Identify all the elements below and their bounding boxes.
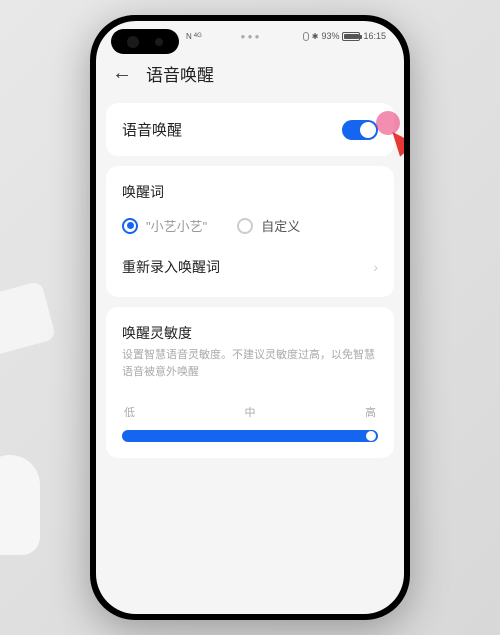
sensitivity-slider[interactable] (122, 430, 378, 442)
rerecord-row[interactable]: 重新录入唤醒词 › (122, 253, 378, 281)
screen: N 4G ● ● ● ✱ 93% 16:15 ← 语音唤醒 语音唤醒 (96, 21, 404, 614)
slider-label-low: 低 (124, 404, 135, 420)
slider-labels: 低 中 高 (122, 404, 378, 420)
sensitivity-title: 唤醒灵敏度 (122, 323, 378, 343)
header: ← 语音唤醒 (96, 51, 404, 95)
radio-selected-icon (122, 218, 138, 234)
phone-frame: N 4G ● ● ● ✱ 93% 16:15 ← 语音唤醒 语音唤醒 (90, 15, 410, 620)
sensitivity-description: 设置智慧语音灵敏度。不建议灵敏度过高，以免智慧语音被意外唤醒 (122, 347, 378, 380)
slider-thumb[interactable] (366, 431, 376, 441)
radio-label-default: "小艺小艺" (146, 216, 207, 235)
slider-label-mid: 中 (245, 404, 256, 420)
sensitivity-card: 唤醒灵敏度 设置智慧语音灵敏度。不建议灵敏度过高，以免智慧语音被意外唤醒 低 中… (106, 307, 394, 458)
network-icon: N (186, 32, 192, 41)
wake-word-option-default[interactable]: "小艺小艺" (122, 216, 207, 235)
voice-wake-toggle[interactable] (342, 120, 378, 140)
wake-word-title: 唤醒词 (122, 182, 378, 202)
status-notifications: ● ● ● (241, 32, 260, 41)
wake-word-card: 唤醒词 "小艺小艺" 自定义 重新录入唤醒词 › (106, 166, 394, 297)
battery-icon (342, 32, 360, 41)
battery-percent: 93% (321, 31, 339, 41)
slider-label-high: 高 (365, 404, 376, 420)
voice-wake-label: 语音唤醒 (122, 119, 182, 140)
camera-notch (111, 29, 179, 54)
back-button[interactable]: ← (112, 62, 132, 85)
status-time: 16:15 (363, 31, 386, 41)
chevron-right-icon: › (373, 259, 378, 275)
radio-unselected-icon (237, 218, 253, 234)
network-sub: 4G (194, 33, 202, 39)
voice-wake-card: 语音唤醒 (106, 103, 394, 156)
status-left: N 4G (186, 32, 202, 41)
mic-icon (303, 32, 309, 41)
wake-word-option-custom[interactable]: 自定义 (237, 216, 300, 235)
radio-label-custom: 自定义 (261, 216, 300, 235)
page-title: 语音唤醒 (146, 61, 214, 86)
rerecord-label: 重新录入唤醒词 (122, 257, 220, 277)
